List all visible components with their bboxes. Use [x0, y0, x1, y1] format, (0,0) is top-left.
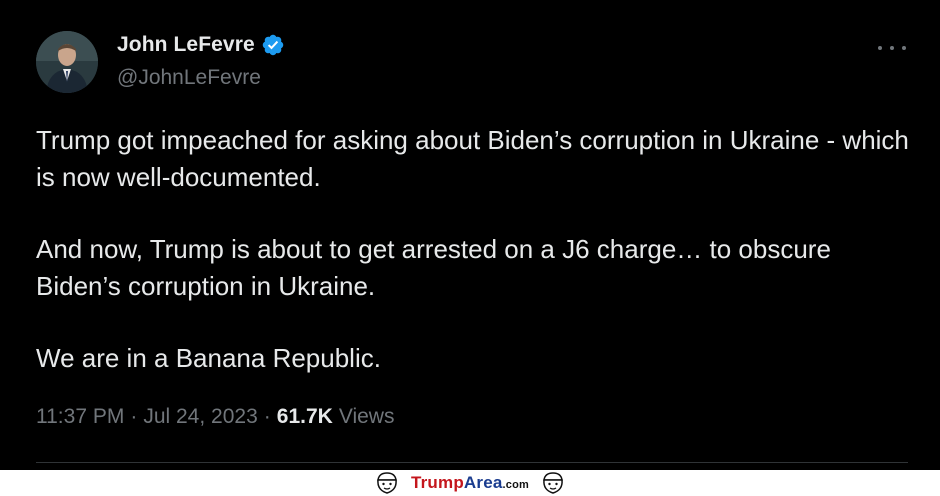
more-dot: [902, 46, 906, 50]
divider: [36, 462, 908, 463]
trumparea-logo: Trump Area .com: [411, 473, 529, 493]
verified-badge-icon[interactable]: [261, 33, 285, 57]
author-name-row: John LeFevre: [117, 33, 285, 57]
watermark-bar: Trump Area .com: [0, 470, 940, 496]
avatar-photo-icon: [36, 31, 98, 93]
logo-area-text: Area: [463, 473, 503, 492]
tweet-paragraph: Trump got impeached for asking about Bid…: [36, 125, 909, 192]
tweet-paragraph: And now, Trump is about to get arrested …: [36, 234, 831, 301]
mascot-left-icon: [377, 472, 397, 494]
views-count[interactable]: 61.7K: [277, 405, 333, 429]
logo-com-text: .com: [502, 479, 530, 491]
views-label[interactable]: Views: [339, 405, 395, 429]
mascot-right-icon: [543, 472, 563, 494]
handle[interactable]: @JohnLeFevre: [117, 66, 261, 90]
avatar[interactable]: [36, 31, 98, 93]
tweet-paragraph: We are in a Banana Republic.: [36, 343, 381, 373]
tweet-date[interactable]: Jul 24, 2023: [143, 405, 257, 429]
display-name[interactable]: John LeFevre: [117, 33, 255, 57]
more-dot: [878, 46, 882, 50]
tweet-time[interactable]: 11:37 PM: [36, 405, 124, 429]
tweet-meta: 11:37 PM · Jul 24, 2023 · 61.7K Views: [36, 405, 394, 429]
tweet-text: Trump got impeached for asking about Bid…: [36, 122, 916, 377]
more-dot: [890, 46, 894, 50]
logo-trump-text: Trump: [410, 473, 464, 492]
meta-separator: ·: [130, 405, 138, 428]
more-options-icon[interactable]: [878, 38, 906, 58]
tweet-card: John LeFevre @JohnLeFevre Trump got impe…: [0, 0, 940, 470]
meta-separator: ·: [263, 405, 271, 428]
